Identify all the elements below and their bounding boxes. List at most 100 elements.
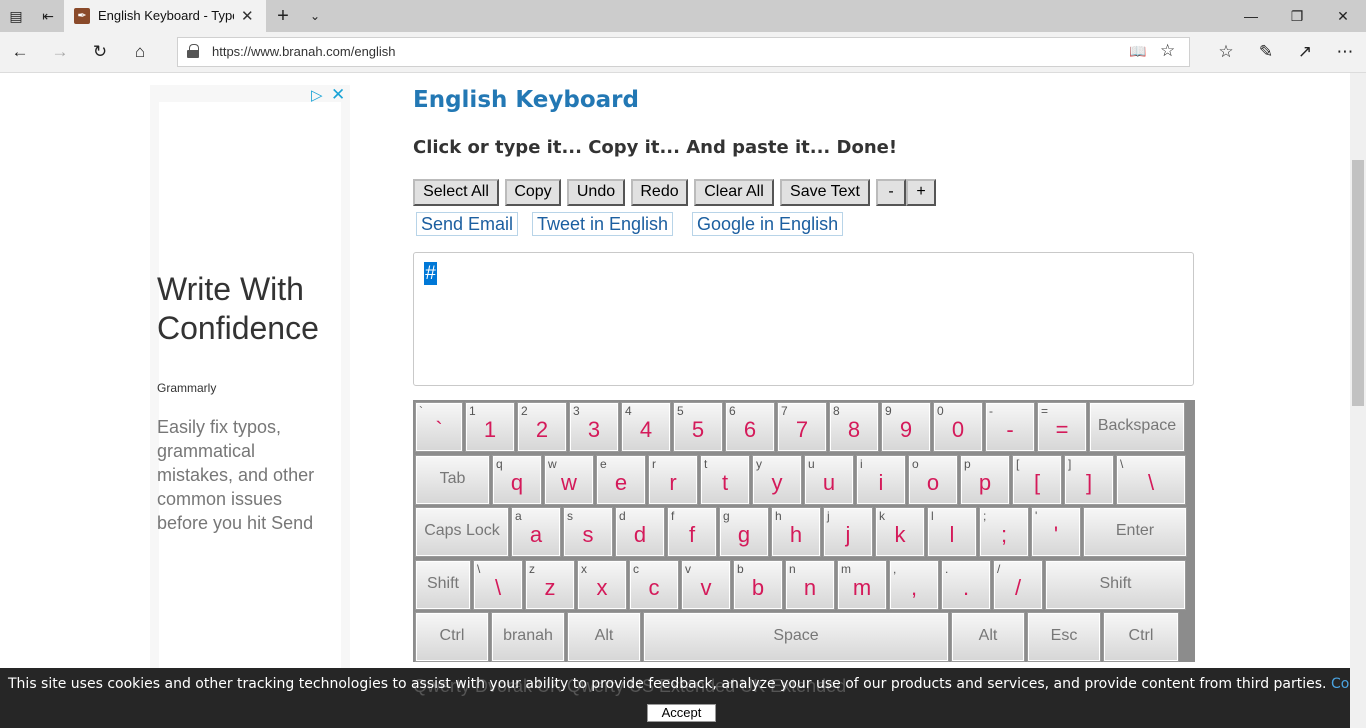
char-key[interactable]: ;; <box>979 507 1029 557</box>
close-window-icon[interactable]: ✕ <box>1320 0 1366 32</box>
shift-key[interactable]: Shift <box>415 560 471 610</box>
advertisement[interactable]: ▷ ✕ Write With Confidence Grammarly Easi… <box>150 85 350 728</box>
close-tab-icon[interactable]: ✕ <box>241 7 254 25</box>
alt-key[interactable]: Alt <box>567 612 641 662</box>
select-all-button[interactable]: Select All <box>413 179 499 206</box>
favorite-star-icon[interactable]: ☆ <box>1160 41 1175 61</box>
send-email-link[interactable]: Send Email <box>416 212 519 236</box>
char-key[interactable]: aa <box>511 507 561 557</box>
selected-text[interactable]: # <box>424 262 437 285</box>
google-search-link[interactable]: Google in English <box>692 212 844 236</box>
char-key[interactable]: tt <box>700 455 750 505</box>
char-key[interactable]: = = <box>1037 402 1087 452</box>
refresh-icon[interactable]: ↻ <box>88 40 112 64</box>
increase-font-button[interactable]: + <box>906 179 936 206</box>
char-key[interactable]: mm <box>837 560 887 610</box>
decrease-font-button[interactable]: - <box>876 179 906 206</box>
char-key[interactable]: 44 <box>621 402 671 452</box>
clear-all-button[interactable]: Clear All <box>694 179 774 206</box>
char-key[interactable]: ]] <box>1064 455 1114 505</box>
char-key[interactable]: 66 <box>725 402 775 452</box>
char-key[interactable]: qq <box>492 455 542 505</box>
ad-headline[interactable]: Write With Confidence <box>157 270 337 348</box>
ctrl-key[interactable]: Ctrl <box>1103 612 1179 662</box>
char-key[interactable]: ' ' <box>1031 507 1081 557</box>
char-key[interactable]: 77 <box>777 402 827 452</box>
enter-key[interactable]: Enter <box>1083 507 1187 557</box>
undo-button[interactable]: Undo <box>567 179 625 206</box>
char-key[interactable]: ww <box>544 455 594 505</box>
share-icon[interactable]: ↗ <box>1293 40 1317 64</box>
tweet-link[interactable]: Tweet in English <box>532 212 674 236</box>
char-key[interactable]: rr <box>648 455 698 505</box>
char-key[interactable]: ` ` <box>415 402 463 452</box>
char-key[interactable]: dd <box>615 507 665 557</box>
char-key[interactable]: hh <box>771 507 821 557</box>
ctrl-key[interactable]: Ctrl <box>415 612 489 662</box>
web-note-pen-icon[interactable]: ✎ <box>1254 40 1278 64</box>
char-key[interactable]: oo <box>908 455 958 505</box>
char-key[interactable]: [[ <box>1012 455 1062 505</box>
copy-button[interactable]: Copy <box>505 179 561 206</box>
char-key[interactable]: \ \ <box>1116 455 1186 505</box>
ad-brand[interactable]: Grammarly <box>157 381 216 395</box>
char-key[interactable]: 00 <box>933 402 983 452</box>
char-key[interactable]: cc <box>629 560 679 610</box>
char-key[interactable]: ll <box>927 507 977 557</box>
branah-key[interactable]: branah <box>491 612 565 662</box>
address-url[interactable]: https://www.branah.com/english <box>212 44 396 59</box>
vertical-scrollbar[interactable] <box>1350 73 1366 728</box>
char-key[interactable]: / / <box>993 560 1043 610</box>
esc-key[interactable]: Esc <box>1027 612 1101 662</box>
char-key[interactable]: xx <box>577 560 627 610</box>
home-icon[interactable]: ⌂ <box>128 40 152 64</box>
char-key[interactable]: -- <box>985 402 1035 452</box>
tab-actions-icon[interactable]: ▤ <box>6 6 26 26</box>
char-key[interactable]: 55 <box>673 402 723 452</box>
char-key[interactable]: 22 <box>517 402 567 452</box>
tab-list-chevron-icon[interactable]: ⌄ <box>305 6 325 26</box>
char-key[interactable]: 88 <box>829 402 879 452</box>
redo-button[interactable]: Redo <box>631 179 688 206</box>
text-input-area[interactable]: # <box>413 252 1194 386</box>
alt-key[interactable]: Alt <box>951 612 1025 662</box>
tab-key[interactable]: Tab <box>415 455 490 505</box>
more-menu-icon[interactable]: ⋯ <box>1333 40 1357 64</box>
forward-arrow-icon[interactable]: → <box>48 40 72 64</box>
char-key[interactable]: ss <box>563 507 613 557</box>
char-key[interactable]: jj <box>823 507 873 557</box>
char-key[interactable]: ,, <box>889 560 939 610</box>
caps-lock-key[interactable]: Caps Lock <box>415 507 509 557</box>
char-key[interactable]: yy <box>752 455 802 505</box>
char-key[interactable]: bb <box>733 560 783 610</box>
char-key[interactable]: ee <box>596 455 646 505</box>
char-key[interactable]: ff <box>667 507 717 557</box>
char-key[interactable]: gg <box>719 507 769 557</box>
shift-key[interactable]: Shift <box>1045 560 1186 610</box>
char-key[interactable]: .. <box>941 560 991 610</box>
char-key[interactable]: nn <box>785 560 835 610</box>
favorites-hub-icon[interactable]: ☆ <box>1214 40 1238 64</box>
reading-view-icon[interactable]: 📖 <box>1129 43 1146 60</box>
char-key[interactable]: \ \ <box>473 560 523 610</box>
save-text-button[interactable]: Save Text <box>780 179 870 206</box>
active-tab[interactable]: ✒ English Keyboard - Type ✕ <box>64 0 266 32</box>
char-key[interactable]: pp <box>960 455 1010 505</box>
space-key[interactable]: Space <box>643 612 949 662</box>
set-aside-tabs-icon[interactable]: ⇤ <box>38 6 58 26</box>
char-key[interactable]: vv <box>681 560 731 610</box>
ad-body-text[interactable]: Easily fix typos, grammatical mistakes, … <box>157 415 332 535</box>
char-key[interactable]: kk <box>875 507 925 557</box>
char-key[interactable]: 11 <box>465 402 515 452</box>
char-key[interactable]: ii <box>856 455 906 505</box>
char-key[interactable]: uu <box>804 455 854 505</box>
new-tab-icon[interactable]: + <box>273 6 293 26</box>
char-key[interactable]: 99 <box>881 402 931 452</box>
backspace-key[interactable]: Backspace <box>1089 402 1185 452</box>
restore-icon[interactable]: ❐ <box>1274 0 1320 32</box>
char-key[interactable]: 33 <box>569 402 619 452</box>
minimize-icon[interactable]: — <box>1228 0 1274 32</box>
address-bar[interactable]: https://www.branah.com/english 📖 ☆ <box>177 37 1190 67</box>
accept-cookies-button[interactable]: Accept <box>647 704 716 722</box>
char-key[interactable]: zz <box>525 560 575 610</box>
